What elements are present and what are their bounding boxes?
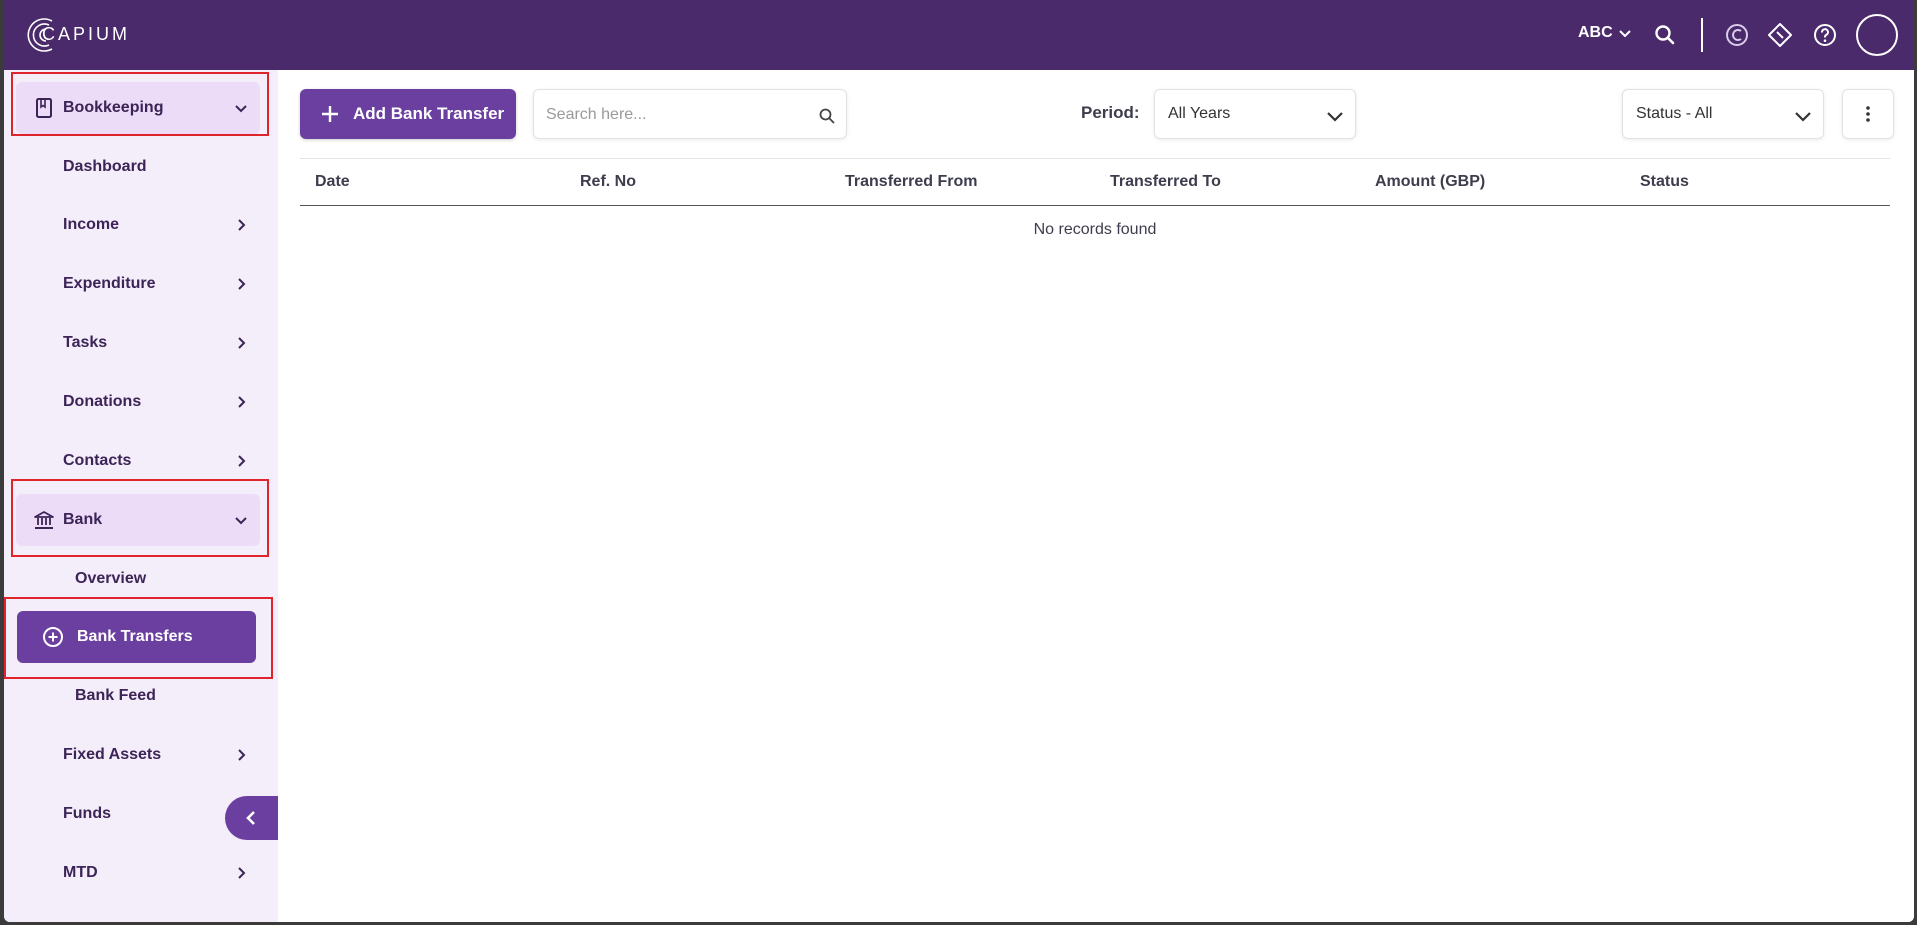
collapse-sidebar-button[interactable]	[225, 796, 278, 840]
chevron-left-icon	[245, 811, 255, 825]
bank-icon	[34, 511, 54, 529]
sidebar-item-label: Bookkeeping	[63, 99, 164, 116]
chevron-right-icon	[238, 749, 246, 761]
sidebar-item-dashboard[interactable]: Dashboard	[16, 141, 260, 193]
more-options-button[interactable]	[1842, 89, 1894, 139]
sidebar: Bookkeeping Dashboard Income Expenditure…	[4, 70, 278, 922]
sidebar-item-bank-transfers[interactable]: Bank Transfers	[17, 611, 256, 663]
sidebar-item-label: Dashboard	[63, 158, 147, 175]
period-value: All Years	[1168, 105, 1231, 122]
sidebar-item-overview[interactable]: Overview	[16, 553, 260, 605]
chevron-right-icon	[238, 455, 246, 467]
column-header-transferred-to[interactable]: Transferred To	[1110, 173, 1221, 191]
chevron-right-icon	[238, 337, 246, 349]
search-icon[interactable]	[1652, 22, 1678, 48]
sidebar-item-income[interactable]: Income	[16, 199, 260, 251]
column-header-date[interactable]: Date	[315, 173, 350, 191]
chevron-right-icon	[238, 396, 246, 408]
chevron-down-icon	[1618, 30, 1631, 38]
column-header-transferred-from[interactable]: Transferred From	[845, 173, 977, 191]
chevron-down-icon	[235, 105, 247, 113]
bank-transfers-table: Date Ref. No Transferred From Transferre…	[300, 158, 1890, 238]
sidebar-item-label: Tasks	[63, 334, 108, 351]
sidebar-item-mtd[interactable]: MTD	[16, 847, 260, 899]
sidebar-item-label: MTD	[63, 864, 98, 881]
sidebar-item-label: Bank Transfers	[77, 628, 193, 645]
kebab-menu-icon	[1866, 106, 1870, 122]
capium-logo[interactable]: CAPIUM	[22, 14, 127, 56]
org-switcher[interactable]: ABC	[1578, 24, 1633, 42]
sidebar-item-bookkeeping[interactable]: Bookkeeping	[16, 82, 260, 134]
chevron-down-icon	[1795, 112, 1811, 122]
sidebar-item-tasks[interactable]: Tasks	[16, 317, 260, 369]
sidebar-item-label: Bank	[63, 511, 103, 528]
sidebar-item-contacts[interactable]: Contacts	[16, 435, 260, 487]
sidebar-item-bank[interactable]: Bank	[16, 494, 260, 546]
sidebar-item-label: Funds	[63, 805, 111, 822]
add-circle-icon	[43, 627, 63, 647]
sidebar-item-label: Overview	[75, 570, 147, 587]
add-button-label: Add Bank Transfer	[353, 104, 505, 123]
chevron-right-icon	[238, 278, 246, 290]
top-bar: CAPIUM ABC	[4, 0, 1914, 70]
table-header: Date Ref. No Transferred From Transferre…	[300, 158, 1890, 206]
period-select[interactable]: All Years	[1154, 89, 1356, 139]
main-content: Add Bank Transfer Period: All Years Stat…	[278, 70, 1914, 922]
search-input[interactable]	[546, 102, 806, 128]
sidebar-item-label: Fixed Assets	[63, 746, 162, 763]
chevron-right-icon	[238, 867, 246, 879]
capium-c-icon[interactable]	[1724, 22, 1750, 48]
book-icon	[36, 98, 52, 118]
sidebar-item-expenditure[interactable]: Expenditure	[16, 258, 260, 310]
status-select[interactable]: Status - All	[1622, 89, 1824, 139]
sidebar-item-fixed-assets[interactable]: Fixed Assets	[16, 729, 260, 781]
org-name: ABC	[1578, 24, 1613, 41]
column-header-amount[interactable]: Amount (GBP)	[1375, 173, 1485, 191]
app-window: CAPIUM ABC Bookkeeping Dashboard Income …	[4, 0, 1914, 922]
brand-name: CAPIUM	[42, 24, 131, 44]
search-icon[interactable]	[818, 107, 836, 125]
top-divider	[1701, 18, 1703, 52]
chevron-down-icon	[1327, 112, 1343, 122]
period-label: Period:	[1081, 103, 1140, 122]
sidebar-item-funds[interactable]: Funds	[16, 788, 260, 840]
sidebar-item-donations[interactable]: Donations	[16, 376, 260, 428]
sidebar-item-label: Contacts	[63, 452, 132, 469]
sidebar-item-label: Expenditure	[63, 275, 156, 292]
ticket-icon[interactable]	[1767, 22, 1793, 48]
chevron-down-icon	[235, 517, 247, 525]
sidebar-item-label: Income	[63, 216, 120, 233]
sidebar-item-bank-feed[interactable]: Bank Feed	[16, 670, 260, 722]
column-header-status[interactable]: Status	[1640, 173, 1689, 191]
user-avatar[interactable]	[1856, 14, 1898, 56]
search-box	[533, 89, 847, 139]
column-header-ref-no[interactable]: Ref. No	[580, 173, 636, 191]
empty-state-message: No records found	[1033, 221, 1157, 238]
add-bank-transfer-button[interactable]: Add Bank Transfer	[300, 89, 516, 139]
status-value: Status - All	[1636, 105, 1713, 122]
chevron-right-icon	[238, 219, 246, 231]
sidebar-item-label: Bank Feed	[75, 687, 156, 704]
plus-icon	[322, 106, 338, 122]
sidebar-item-label: Donations	[63, 393, 142, 410]
help-icon[interactable]	[1812, 22, 1838, 48]
